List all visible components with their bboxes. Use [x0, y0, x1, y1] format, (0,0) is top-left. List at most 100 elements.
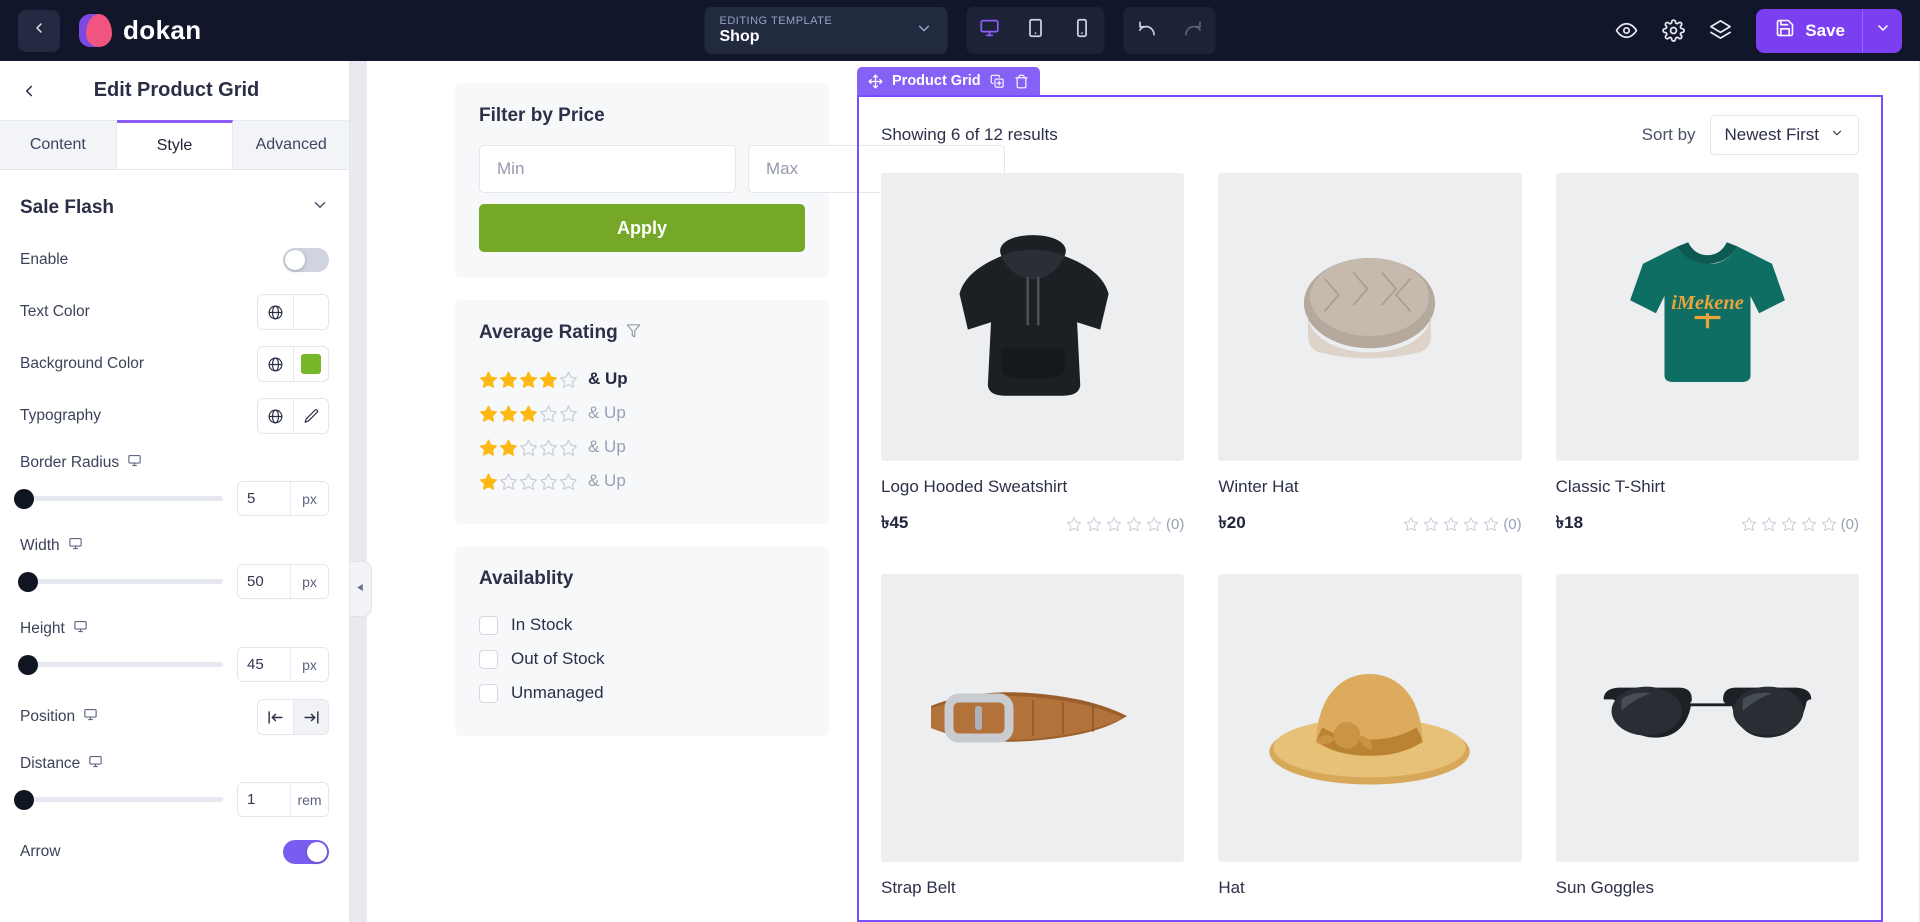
desktop-icon[interactable]	[83, 707, 98, 727]
desktop-icon[interactable]	[88, 754, 103, 774]
product-card[interactable]: Hat	[1218, 574, 1522, 911]
apply-price-filter-button[interactable]: Apply	[479, 204, 805, 252]
duplicate-icon[interactable]	[990, 74, 1005, 89]
desktop-icon[interactable]	[68, 536, 83, 556]
desktop-icon	[979, 17, 1001, 44]
tab-advanced[interactable]: Advanced	[233, 121, 350, 169]
checkbox[interactable]	[479, 683, 498, 703]
text-color-swatch[interactable]	[293, 295, 328, 329]
eye-icon[interactable]	[1615, 19, 1638, 42]
redo-button[interactable]	[1170, 7, 1216, 54]
distance-input-group: rem	[237, 782, 329, 817]
slider-track[interactable]	[18, 571, 223, 592]
align-right-icon[interactable]	[293, 700, 328, 734]
product-card[interactable]: Winter Hat ৳20 (0)	[1218, 173, 1522, 538]
pencil-icon[interactable]	[293, 399, 328, 433]
product-price: ৳18	[1555, 513, 1584, 532]
product-card-grid: Logo Hooded Sweatshirt ৳45 (0) Winter Hat ৳2…	[881, 173, 1859, 911]
product-card[interactable]: Strap Belt	[881, 574, 1185, 911]
device-desktop-button[interactable]	[967, 7, 1013, 54]
save-options-button[interactable]	[1862, 8, 1902, 53]
product-name[interactable]: Hat	[1218, 878, 1521, 898]
product-name[interactable]: Classic T-Shirt	[1556, 477, 1859, 497]
product-image[interactable]: iMekene	[1555, 173, 1859, 461]
align-left-icon[interactable]	[258, 700, 293, 734]
border-radius-input[interactable]	[238, 482, 290, 515]
settings-scroll-area[interactable]: Sale Flash Enable Text Color Background …	[0, 170, 349, 922]
distance-input[interactable]	[238, 783, 290, 816]
funnel-icon[interactable]	[626, 322, 641, 344]
product-grid-widget[interactable]: Product Grid Showing 6 of 12 results Sor…	[857, 67, 1883, 922]
product-name[interactable]: Logo Hooded Sweatshirt	[881, 477, 1184, 497]
checkbox[interactable]	[479, 649, 498, 669]
save-button-group[interactable]: Save	[1756, 8, 1902, 53]
price-min-input[interactable]	[479, 145, 736, 193]
slider-track[interactable]	[18, 654, 223, 675]
desktop-icon[interactable]	[127, 453, 142, 473]
tab-content[interactable]: Content	[0, 121, 117, 169]
undo-button[interactable]	[1124, 7, 1170, 54]
section-sale-flash[interactable]: Sale Flash	[20, 170, 329, 237]
product-image[interactable]	[881, 574, 1185, 862]
product-image[interactable]	[881, 173, 1185, 461]
background-color-swatch[interactable]	[293, 347, 328, 381]
product-name[interactable]: Strap Belt	[881, 878, 1184, 898]
rating-filter-row[interactable]: & Up	[479, 396, 805, 430]
rating-filter-row[interactable]: & Up	[479, 362, 805, 396]
product-grid-toolbar: Product Grid	[857, 67, 1040, 95]
layers-icon[interactable]	[1709, 19, 1732, 42]
product-card[interactable]: Sun Goggles	[1555, 574, 1859, 911]
globe-icon[interactable]	[258, 295, 293, 329]
chevron-down-icon	[311, 196, 329, 219]
device-tablet-button[interactable]	[1013, 7, 1059, 54]
product-image[interactable]	[1218, 173, 1522, 461]
slider-height[interactable]: px	[18, 647, 329, 682]
control-label: Position	[20, 707, 98, 727]
checkbox[interactable]	[479, 615, 498, 635]
slider-track[interactable]	[14, 488, 223, 509]
control-distance-label: Distance	[20, 746, 329, 782]
trash-icon[interactable]	[1014, 74, 1029, 89]
width-input[interactable]	[238, 565, 290, 598]
rating-filter-row[interactable]: & Up	[479, 464, 805, 498]
typography-controls	[257, 398, 329, 434]
enable-toggle[interactable]	[283, 248, 329, 272]
sort-select[interactable]: Newest First	[1709, 115, 1859, 155]
height-input[interactable]	[238, 648, 290, 681]
desktop-icon[interactable]	[73, 619, 88, 639]
product-name[interactable]: Sun Goggles	[1556, 878, 1859, 898]
arrow-toggle[interactable]	[283, 840, 329, 864]
tab-style[interactable]: Style	[116, 120, 234, 168]
rating-filter-row[interactable]: & Up	[479, 430, 805, 464]
chevron-down-icon	[1875, 20, 1891, 41]
product-image[interactable]	[1218, 574, 1522, 862]
product-image[interactable]	[1555, 574, 1859, 862]
slider-distance[interactable]: rem	[14, 782, 329, 817]
widget-title: Filter by Price	[479, 105, 605, 126]
editor-back-button[interactable]	[18, 9, 60, 52]
product-card[interactable]: Logo Hooded Sweatshirt ৳45 (0)	[881, 173, 1185, 538]
globe-icon[interactable]	[258, 347, 293, 381]
top-bar-center: EDITING TEMPLATE Shop	[704, 7, 1216, 54]
availability-option[interactable]: In Stock	[479, 608, 805, 642]
slider-track[interactable]	[14, 789, 223, 810]
product-rating: (0)	[1066, 516, 1184, 533]
page-title: Edit Product Grid	[93, 79, 260, 101]
slider-width[interactable]: px	[18, 564, 329, 599]
gear-icon[interactable]	[1662, 19, 1686, 42]
availability-option[interactable]: Unmanaged	[479, 676, 805, 710]
product-card[interactable]: iMekene Classic T-Shirt ৳18 (0)	[1555, 173, 1859, 538]
template-selector[interactable]: EDITING TEMPLATE Shop	[704, 7, 948, 54]
availability-option[interactable]: Out of Stock	[479, 642, 805, 676]
device-mobile-button[interactable]	[1059, 7, 1105, 54]
panel-collapse-handle[interactable]	[350, 561, 372, 617]
product-name[interactable]: Winter Hat	[1218, 477, 1521, 497]
slider-border-radius[interactable]: px	[14, 481, 329, 516]
star-rating	[479, 472, 578, 491]
sidebar-back-button[interactable]	[20, 82, 38, 100]
mobile-icon	[1071, 17, 1093, 44]
device-preview-group	[966, 7, 1105, 54]
save-button[interactable]: Save	[1756, 9, 1862, 53]
globe-icon[interactable]	[258, 399, 293, 433]
move-icon[interactable]	[868, 74, 883, 89]
